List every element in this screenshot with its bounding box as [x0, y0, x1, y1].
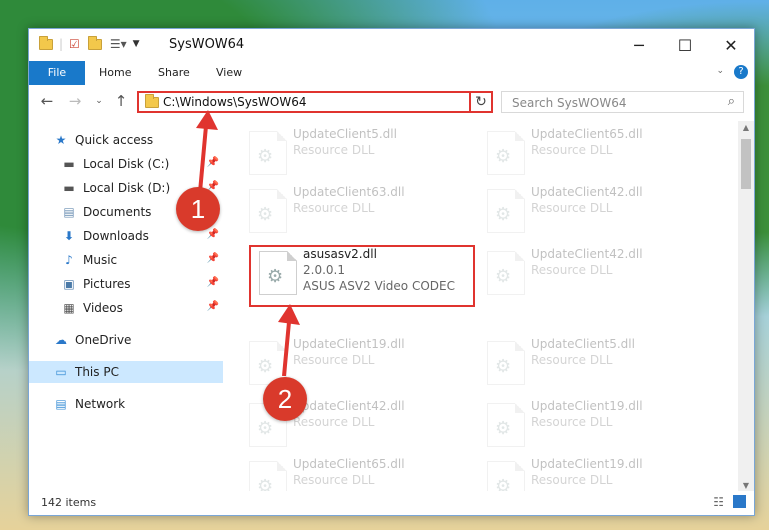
annotation-arrows	[196, 110, 300, 377]
arrow-2-head	[278, 304, 300, 325]
arrow-1-line	[198, 125, 208, 193]
step-badge-2: 2	[263, 377, 307, 421]
arrow-1-head	[196, 110, 218, 130]
arrow-2-line	[282, 321, 291, 377]
step-badge-1: 1	[176, 187, 220, 231]
